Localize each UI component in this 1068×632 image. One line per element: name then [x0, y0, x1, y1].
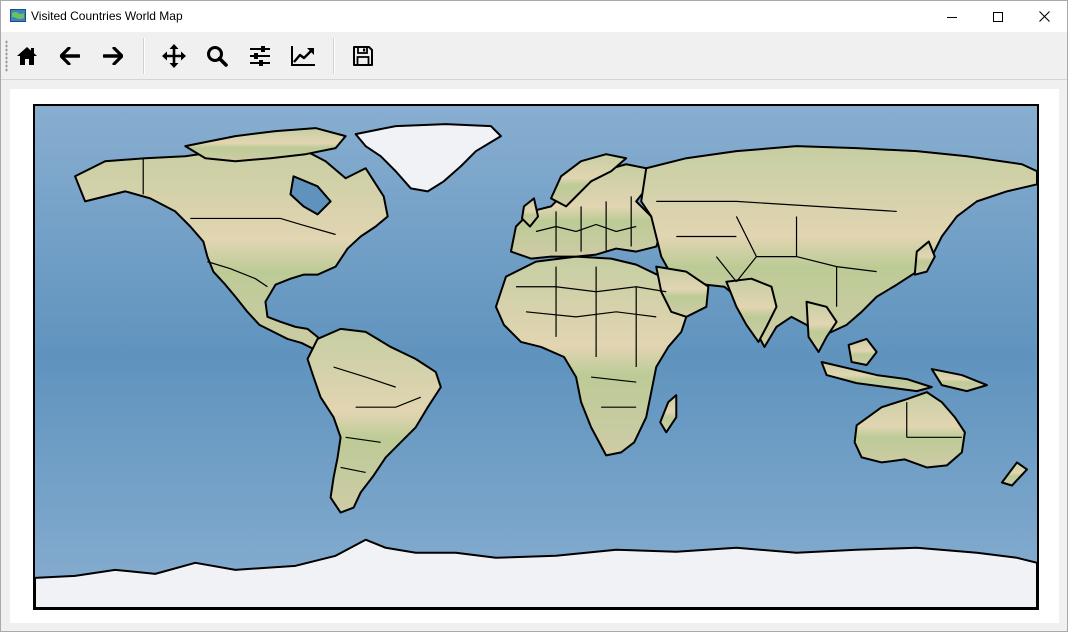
minimize-icon [947, 16, 957, 18]
toolbar-grip[interactable] [5, 40, 8, 72]
forward-button[interactable] [95, 38, 131, 74]
figure-canvas [10, 89, 1059, 623]
save-button[interactable] [345, 38, 381, 74]
app-icon [10, 9, 26, 22]
window-title: Visited Countries World Map [31, 9, 183, 23]
toolbar-separator [333, 38, 335, 74]
close-icon [1038, 11, 1050, 22]
arrow-left-icon [60, 47, 80, 65]
arrow-right-icon [103, 47, 123, 65]
title-bar[interactable]: Visited Countries World Map [1, 1, 1067, 32]
pan-button[interactable] [156, 38, 192, 74]
move-icon [162, 44, 186, 68]
maximize-button[interactable] [975, 1, 1021, 32]
world-map-axes[interactable] [33, 104, 1039, 610]
back-button[interactable] [52, 38, 88, 74]
line-chart-icon [291, 46, 315, 66]
home-icon [17, 47, 37, 65]
edit-axes-button[interactable] [285, 38, 321, 74]
toolbar-separator [143, 38, 145, 74]
maximize-icon [993, 11, 1003, 22]
floppy-disk-icon [353, 46, 373, 66]
world-map [35, 106, 1037, 608]
app-window: Visited Countries World Map [0, 0, 1068, 632]
navigation-toolbar [1, 32, 1067, 80]
configure-subplots-button[interactable] [242, 38, 278, 74]
home-button[interactable] [9, 38, 45, 74]
magnifier-icon [207, 46, 228, 67]
close-button[interactable] [1021, 1, 1067, 32]
zoom-button[interactable] [199, 38, 235, 74]
sliders-icon [250, 46, 270, 66]
minimize-button[interactable] [929, 1, 975, 32]
